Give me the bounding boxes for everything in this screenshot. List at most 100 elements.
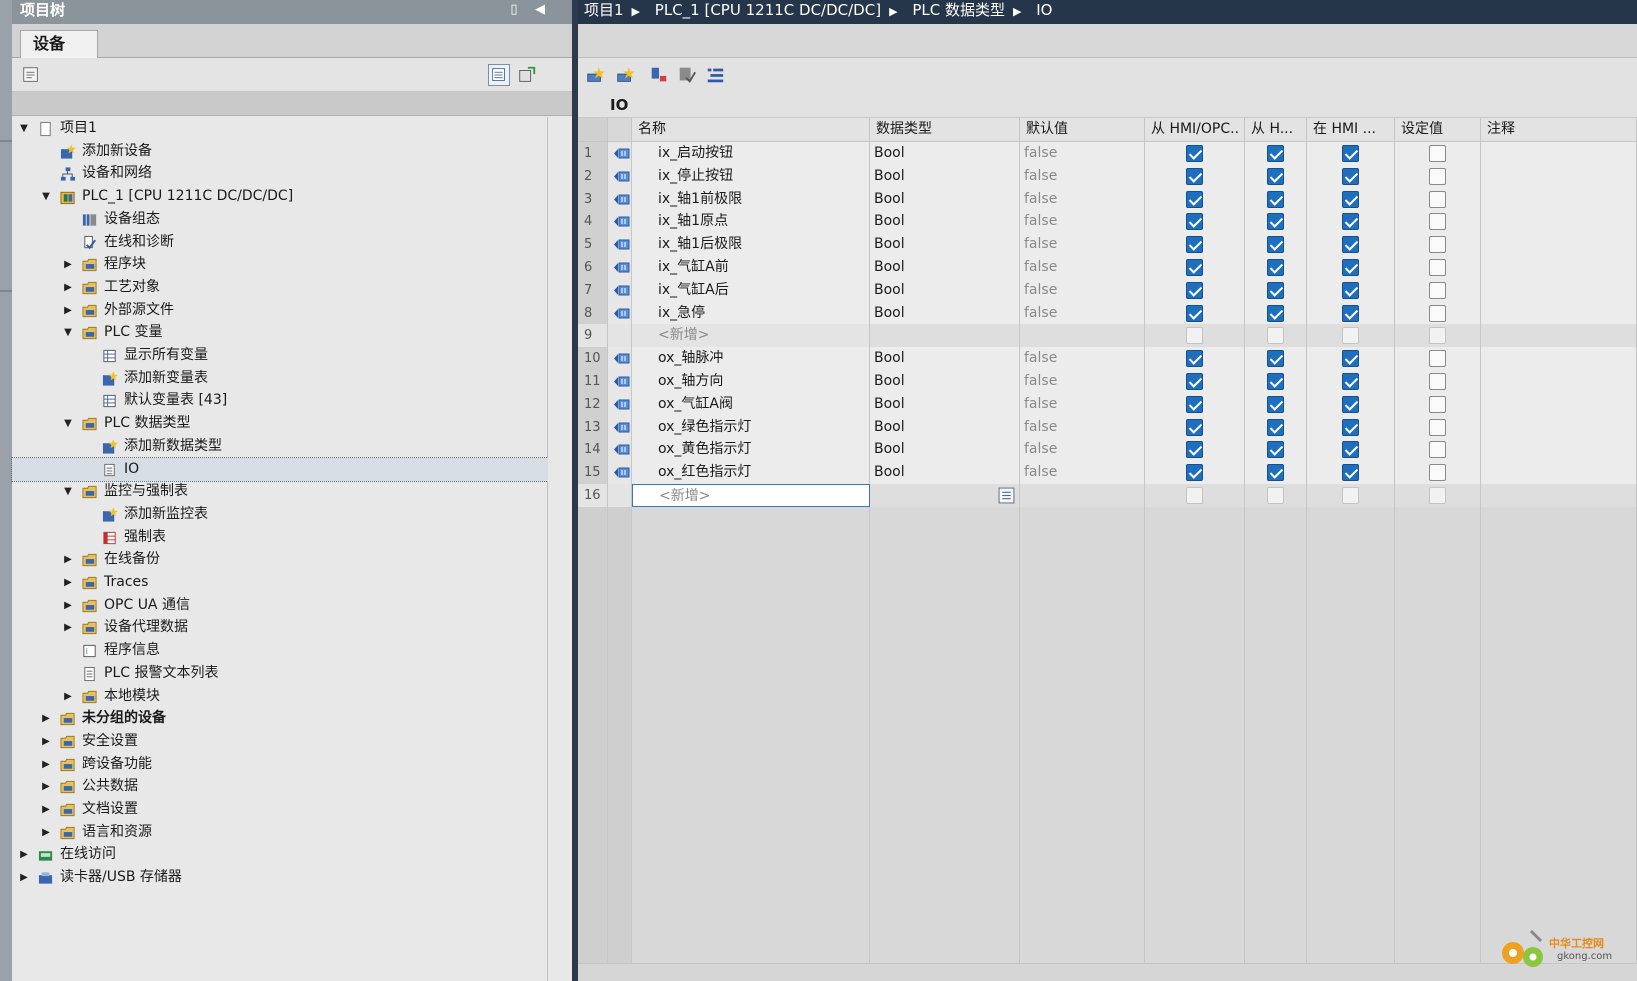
datatype-cell[interactable]: Bool (870, 301, 1020, 325)
tree-item[interactable]: ▶ 设备代理数据 (12, 616, 548, 639)
default-value-cell[interactable]: false (1020, 142, 1145, 165)
breadcrumb-item[interactable]: PLC 数据类型 (912, 1, 1005, 19)
checkbox[interactable] (1267, 464, 1284, 482)
checkbox[interactable] (1267, 441, 1284, 459)
expand-down-icon[interactable]: ▼ (62, 321, 74, 344)
header-visible-hmi[interactable]: 在 HMI ... (1307, 118, 1395, 141)
checkbox[interactable] (1267, 259, 1284, 276)
checkbox[interactable] (1267, 190, 1284, 208)
expand-down-icon[interactable]: ▼ (18, 117, 30, 140)
header-setpoint[interactable]: 设定值 (1395, 118, 1481, 141)
checkbox[interactable] (1342, 304, 1359, 322)
datatype-cell[interactable]: Bool (870, 164, 1020, 188)
tree-item[interactable]: ▶ OPC UA 通信 (12, 594, 548, 617)
expand-right-icon[interactable]: ▶ (18, 843, 30, 866)
checkbox[interactable] (1429, 441, 1446, 459)
table-row[interactable]: 15 ox_红色指示灯 Bool false (578, 461, 1637, 486)
checkbox[interactable] (1267, 327, 1284, 345)
checkbox[interactable] (1429, 281, 1446, 299)
datatype-cell[interactable]: Bool (870, 461, 1020, 485)
name-cell[interactable]: ox_红色指示灯 (632, 461, 870, 485)
datatype-picker-icon[interactable] (998, 487, 1015, 504)
table-row[interactable]: 7 ix_气缸A后 Bool false (578, 278, 1637, 303)
checkbox[interactable] (1267, 418, 1284, 436)
tree-item[interactable]: ▶ 本地模块 (12, 685, 548, 708)
name-cell[interactable]: ix_气缸A前 (632, 256, 870, 279)
comment-cell[interactable] (1481, 392, 1637, 416)
tree-item[interactable]: ▶ 文档设置 (12, 798, 548, 821)
default-value-cell[interactable]: false (1020, 392, 1145, 416)
tree-item[interactable]: ▶ 公共数据 (12, 775, 548, 798)
comment-cell[interactable] (1481, 278, 1637, 302)
insert-row-icon[interactable] (584, 64, 606, 86)
datatype-cell[interactable] (870, 484, 1020, 507)
comment-cell[interactable] (1481, 438, 1637, 462)
comment-cell[interactable] (1481, 187, 1637, 211)
tree-item[interactable]: ▶ 安全设置 (12, 730, 548, 753)
comment-cell[interactable] (1481, 347, 1637, 371)
checkbox[interactable] (1186, 373, 1203, 390)
tree-item[interactable]: ▼ PLC_1 [CPU 1211C DC/DC/DC] (12, 185, 548, 208)
comment-cell[interactable] (1481, 461, 1637, 485)
comment-cell[interactable] (1481, 142, 1637, 165)
header-default[interactable]: 默认值 (1020, 118, 1145, 141)
checkbox[interactable] (1186, 304, 1203, 322)
datatype-cell[interactable]: Bool (870, 233, 1020, 257)
default-value-cell[interactable]: false (1020, 164, 1145, 188)
datatype-cell[interactable] (870, 324, 1020, 348)
checkbox[interactable] (1186, 281, 1203, 299)
datatype-cell[interactable]: Bool (870, 210, 1020, 234)
default-value-cell[interactable]: false (1020, 278, 1145, 302)
tree-item[interactable]: 设备和网络 (12, 162, 548, 185)
default-value-cell[interactable]: false (1020, 415, 1145, 439)
header-accessible-hmi[interactable]: 从 HMI/OPC.. (1145, 118, 1245, 141)
table-row[interactable]: 10 ox_轴脉冲 Bool false (578, 347, 1637, 372)
checkbox[interactable] (1186, 236, 1203, 254)
default-value-cell[interactable]: false (1020, 438, 1145, 462)
default-value-cell[interactable]: false (1020, 301, 1145, 325)
checkbox[interactable] (1267, 167, 1284, 185)
name-cell[interactable]: <新增> (632, 484, 870, 507)
checkbox[interactable] (1429, 350, 1446, 368)
expand-right-icon[interactable]: ▶ (40, 730, 52, 753)
checkbox[interactable] (1267, 350, 1284, 368)
checkbox[interactable] (1186, 259, 1203, 276)
tree-scrollbar[interactable] (548, 117, 572, 981)
expand-down-icon[interactable]: ▼ (62, 412, 74, 435)
expand-right-icon[interactable]: ▶ (40, 753, 52, 776)
checkbox[interactable] (1186, 327, 1203, 345)
expand-down-icon[interactable]: ▼ (62, 480, 74, 503)
name-cell[interactable]: ix_气缸A后 (632, 278, 870, 302)
expand-right-icon[interactable]: ▶ (18, 866, 30, 889)
table-row[interactable]: 1 ix_启动按钮 Bool false (578, 142, 1637, 166)
checkbox[interactable] (1429, 327, 1446, 345)
comment-cell[interactable] (1481, 370, 1637, 393)
checkbox[interactable] (1429, 487, 1446, 504)
name-cell[interactable]: ix_急停 (632, 301, 870, 325)
checkbox[interactable] (1342, 327, 1359, 345)
expand-right-icon[interactable]: ▶ (62, 594, 74, 617)
expand-right-icon[interactable]: ▶ (62, 548, 74, 571)
expand-right-icon[interactable]: ▶ (62, 299, 74, 322)
tree-item[interactable]: 显示所有变量 (12, 344, 548, 367)
checkbox[interactable] (1186, 145, 1203, 162)
datatype-cell[interactable]: Bool (870, 278, 1020, 302)
comment-cell[interactable] (1481, 324, 1637, 348)
checkbox[interactable] (1342, 395, 1359, 413)
expand-right-icon[interactable]: ▶ (40, 798, 52, 821)
tree-item[interactable]: ▶ 在线备份 (12, 548, 548, 571)
checkbox[interactable] (1429, 464, 1446, 482)
tree-item[interactable]: ▶ 程序块 (12, 253, 548, 276)
datatype-cell[interactable]: Bool (870, 438, 1020, 462)
table-row[interactable]: 11 ox_轴方向 Bool false (578, 370, 1637, 394)
tree-item[interactable]: 在线和诊断 (12, 231, 548, 254)
table-row[interactable]: 2 ix_停止按钮 Bool false (578, 164, 1637, 189)
name-cell[interactable]: ox_气缸A阀 (632, 392, 870, 416)
checkbox[interactable] (1429, 259, 1446, 276)
comment-cell[interactable] (1481, 233, 1637, 257)
table-row[interactable]: 12 ox_气缸A阀 Bool false (578, 392, 1637, 417)
checkbox[interactable] (1267, 213, 1284, 231)
checkbox[interactable] (1267, 236, 1284, 254)
tree-item[interactable]: IO (11, 456, 549, 482)
tree-item[interactable]: 添加新设备 (12, 140, 548, 163)
